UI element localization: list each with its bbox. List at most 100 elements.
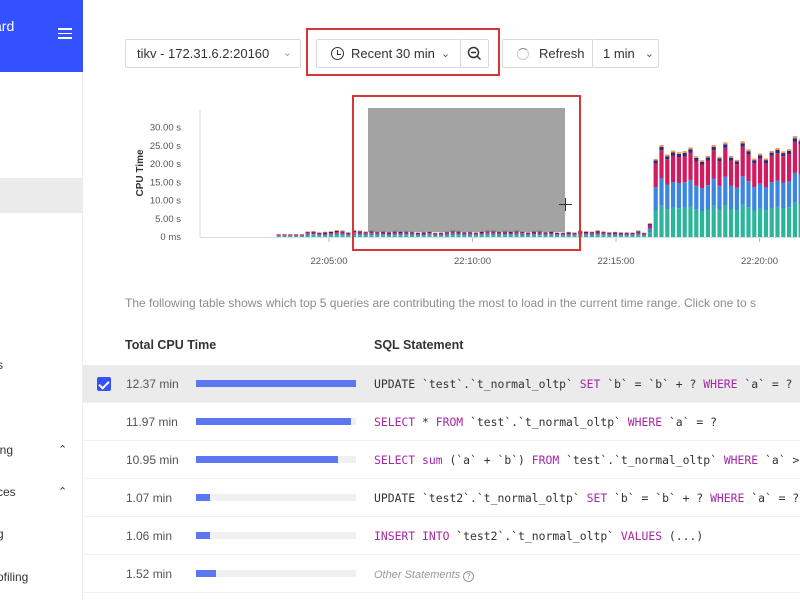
cpu-time-bar-track — [196, 380, 356, 387]
x-tick-label: 22:10:00 — [454, 256, 491, 267]
chart-bar-segment — [775, 206, 780, 237]
chart-bar-segment — [665, 159, 670, 185]
chevron-up-icon[interactable]: ⌃ — [58, 485, 67, 498]
chart-bar-segment — [787, 154, 792, 181]
chart-bar-segment — [647, 223, 652, 224]
table-row[interactable]: 11.97 min SELECT * FROM `test`.`t_normal_… — [83, 403, 800, 441]
chart-bar-segment — [340, 232, 345, 234]
sidebar: ard s ing ⌃ ces ⌃ g ofiling — [0, 0, 83, 600]
sidebar-item-label[interactable]: ing — [0, 443, 13, 457]
y-tick-label: 10.00 s — [150, 196, 181, 207]
table-row[interactable]: 10.95 min SELECT sum (`a` + `b`) FROM `te… — [83, 441, 800, 479]
chart-bar-segment — [323, 234, 328, 236]
chart-bar-segment — [624, 232, 629, 234]
table-row[interactable]: 1.07 min UPDATE `test2`.`t_normal_oltp` S… — [83, 479, 800, 517]
chart-bar-segment — [276, 234, 281, 235]
y-tick-label: 20.00 s — [150, 159, 181, 170]
chart-bar-segment — [740, 204, 745, 237]
chart-bar-segment — [729, 209, 734, 237]
chart-bar-segment — [305, 235, 310, 237]
checkbox-checked-icon[interactable] — [97, 377, 111, 391]
chart-bar-segment — [584, 235, 589, 237]
chart-bar-segment — [740, 141, 745, 144]
chart-bar-segment — [769, 150, 774, 153]
chart-bar-segment — [653, 160, 658, 164]
chart-bar-segment — [734, 159, 739, 162]
brand-header: ard — [0, 0, 83, 72]
sidebar-item-active[interactable] — [0, 178, 83, 213]
time-range-select[interactable]: Recent 30 min ⌄ — [316, 39, 461, 68]
chart-bar-segment — [792, 136, 797, 139]
chart-bar-segment — [607, 232, 612, 233]
cpu-time-bar-track — [196, 532, 356, 539]
sidebar-item-label[interactable]: ces — [0, 485, 16, 499]
cpu-time-bar-track — [196, 418, 356, 425]
help-icon[interactable]: ? — [463, 571, 475, 582]
zoom-out-button[interactable] — [460, 39, 489, 68]
chart-bar-segment — [752, 187, 757, 211]
chart-bar-segment — [282, 236, 287, 237]
table-row[interactable]: 12.37 min UPDATE `test`.`t_normal_oltp` S… — [83, 365, 800, 403]
sql-statement: SELECT * FROM `test`.`t_normal_oltp` WHE… — [374, 415, 717, 429]
sql-statement: SELECT sum (`a` + `b`) FROM `test`.`t_no… — [374, 453, 800, 467]
chart-bar-segment — [618, 234, 623, 236]
chart-bar-segment — [346, 232, 351, 234]
chart-bar-segment — [792, 172, 797, 203]
chart-bar-segment — [276, 235, 281, 237]
chart-bar-segment — [340, 235, 345, 237]
chart-bar-segment — [723, 176, 728, 205]
cpu-time-bar — [196, 380, 356, 387]
instance-select[interactable]: tikv - 172.31.6.2:20160 ⌄ — [125, 39, 301, 68]
cpu-time-bar — [196, 494, 210, 501]
y-tick-label: 0 ms — [160, 232, 181, 243]
column-header-cpu[interactable]: Total CPU Time — [125, 338, 216, 352]
cpu-time-value: 12.37 min — [126, 377, 179, 391]
cpu-time-value: 11.97 min — [126, 415, 178, 429]
cpu-time-bar — [196, 456, 338, 463]
sidebar-item-label[interactable]: s — [0, 358, 3, 372]
chart-bar-segment — [734, 187, 739, 211]
chart-bar-segment — [688, 206, 693, 237]
table-row[interactable]: 1.52 min Other Statements? — [83, 555, 800, 593]
chart-bar-segment — [659, 150, 664, 179]
chart-bar-segment — [323, 232, 328, 234]
menu-collapse-icon[interactable] — [58, 28, 72, 40]
chart-bar-segment — [601, 232, 606, 234]
loading-spinner-icon — [517, 47, 529, 60]
chart-bar-segment — [334, 232, 339, 234]
table-row[interactable]: 1.06 min INSERT INTO `test2`.`t_normal_ol… — [83, 517, 800, 555]
chevron-up-icon[interactable]: ⌃ — [58, 443, 67, 456]
chart-bar-segment — [787, 150, 792, 155]
sidebar-item-label[interactable]: ofiling — [0, 570, 28, 584]
chart-bar-segment — [601, 231, 606, 233]
sidebar-item-label[interactable]: g — [0, 527, 4, 541]
chart-bar-segment — [676, 157, 681, 183]
column-header-sql[interactable]: SQL Statement — [374, 338, 463, 352]
chart-bar-segment — [613, 234, 618, 236]
chart-bar-segment — [601, 233, 606, 235]
chart-bar-segment — [671, 150, 676, 153]
chart-bar-segment — [653, 163, 658, 188]
chart-bar-segment — [647, 232, 652, 237]
chart-bar-segment — [653, 187, 658, 211]
chart-bar-segment — [682, 151, 687, 153]
chart-bar-segment — [282, 235, 287, 236]
chart-bar-segment — [705, 209, 710, 237]
chart-bar-segment — [311, 231, 316, 233]
refresh-interval-select[interactable]: 1 min ⌄ — [592, 39, 659, 68]
chart-bar-segment — [717, 161, 722, 186]
chart-bar-segment — [769, 207, 774, 237]
chart-bar-segment — [607, 232, 612, 234]
chart-bar-segment — [746, 154, 751, 182]
chart-bar-segment — [607, 234, 612, 236]
refresh-button[interactable]: Refresh — [502, 39, 593, 68]
chart-bar-segment — [636, 233, 641, 236]
chart-bar-segment — [763, 187, 768, 211]
chart-bar-segment — [729, 156, 734, 158]
chart-bar-segment — [323, 235, 328, 237]
chart-bar-segment — [758, 153, 763, 156]
chart-bar-segment — [276, 234, 281, 236]
chart-bar-segment — [659, 178, 664, 206]
chart-bar-segment — [328, 231, 333, 234]
chart-bar-segment — [682, 182, 687, 208]
